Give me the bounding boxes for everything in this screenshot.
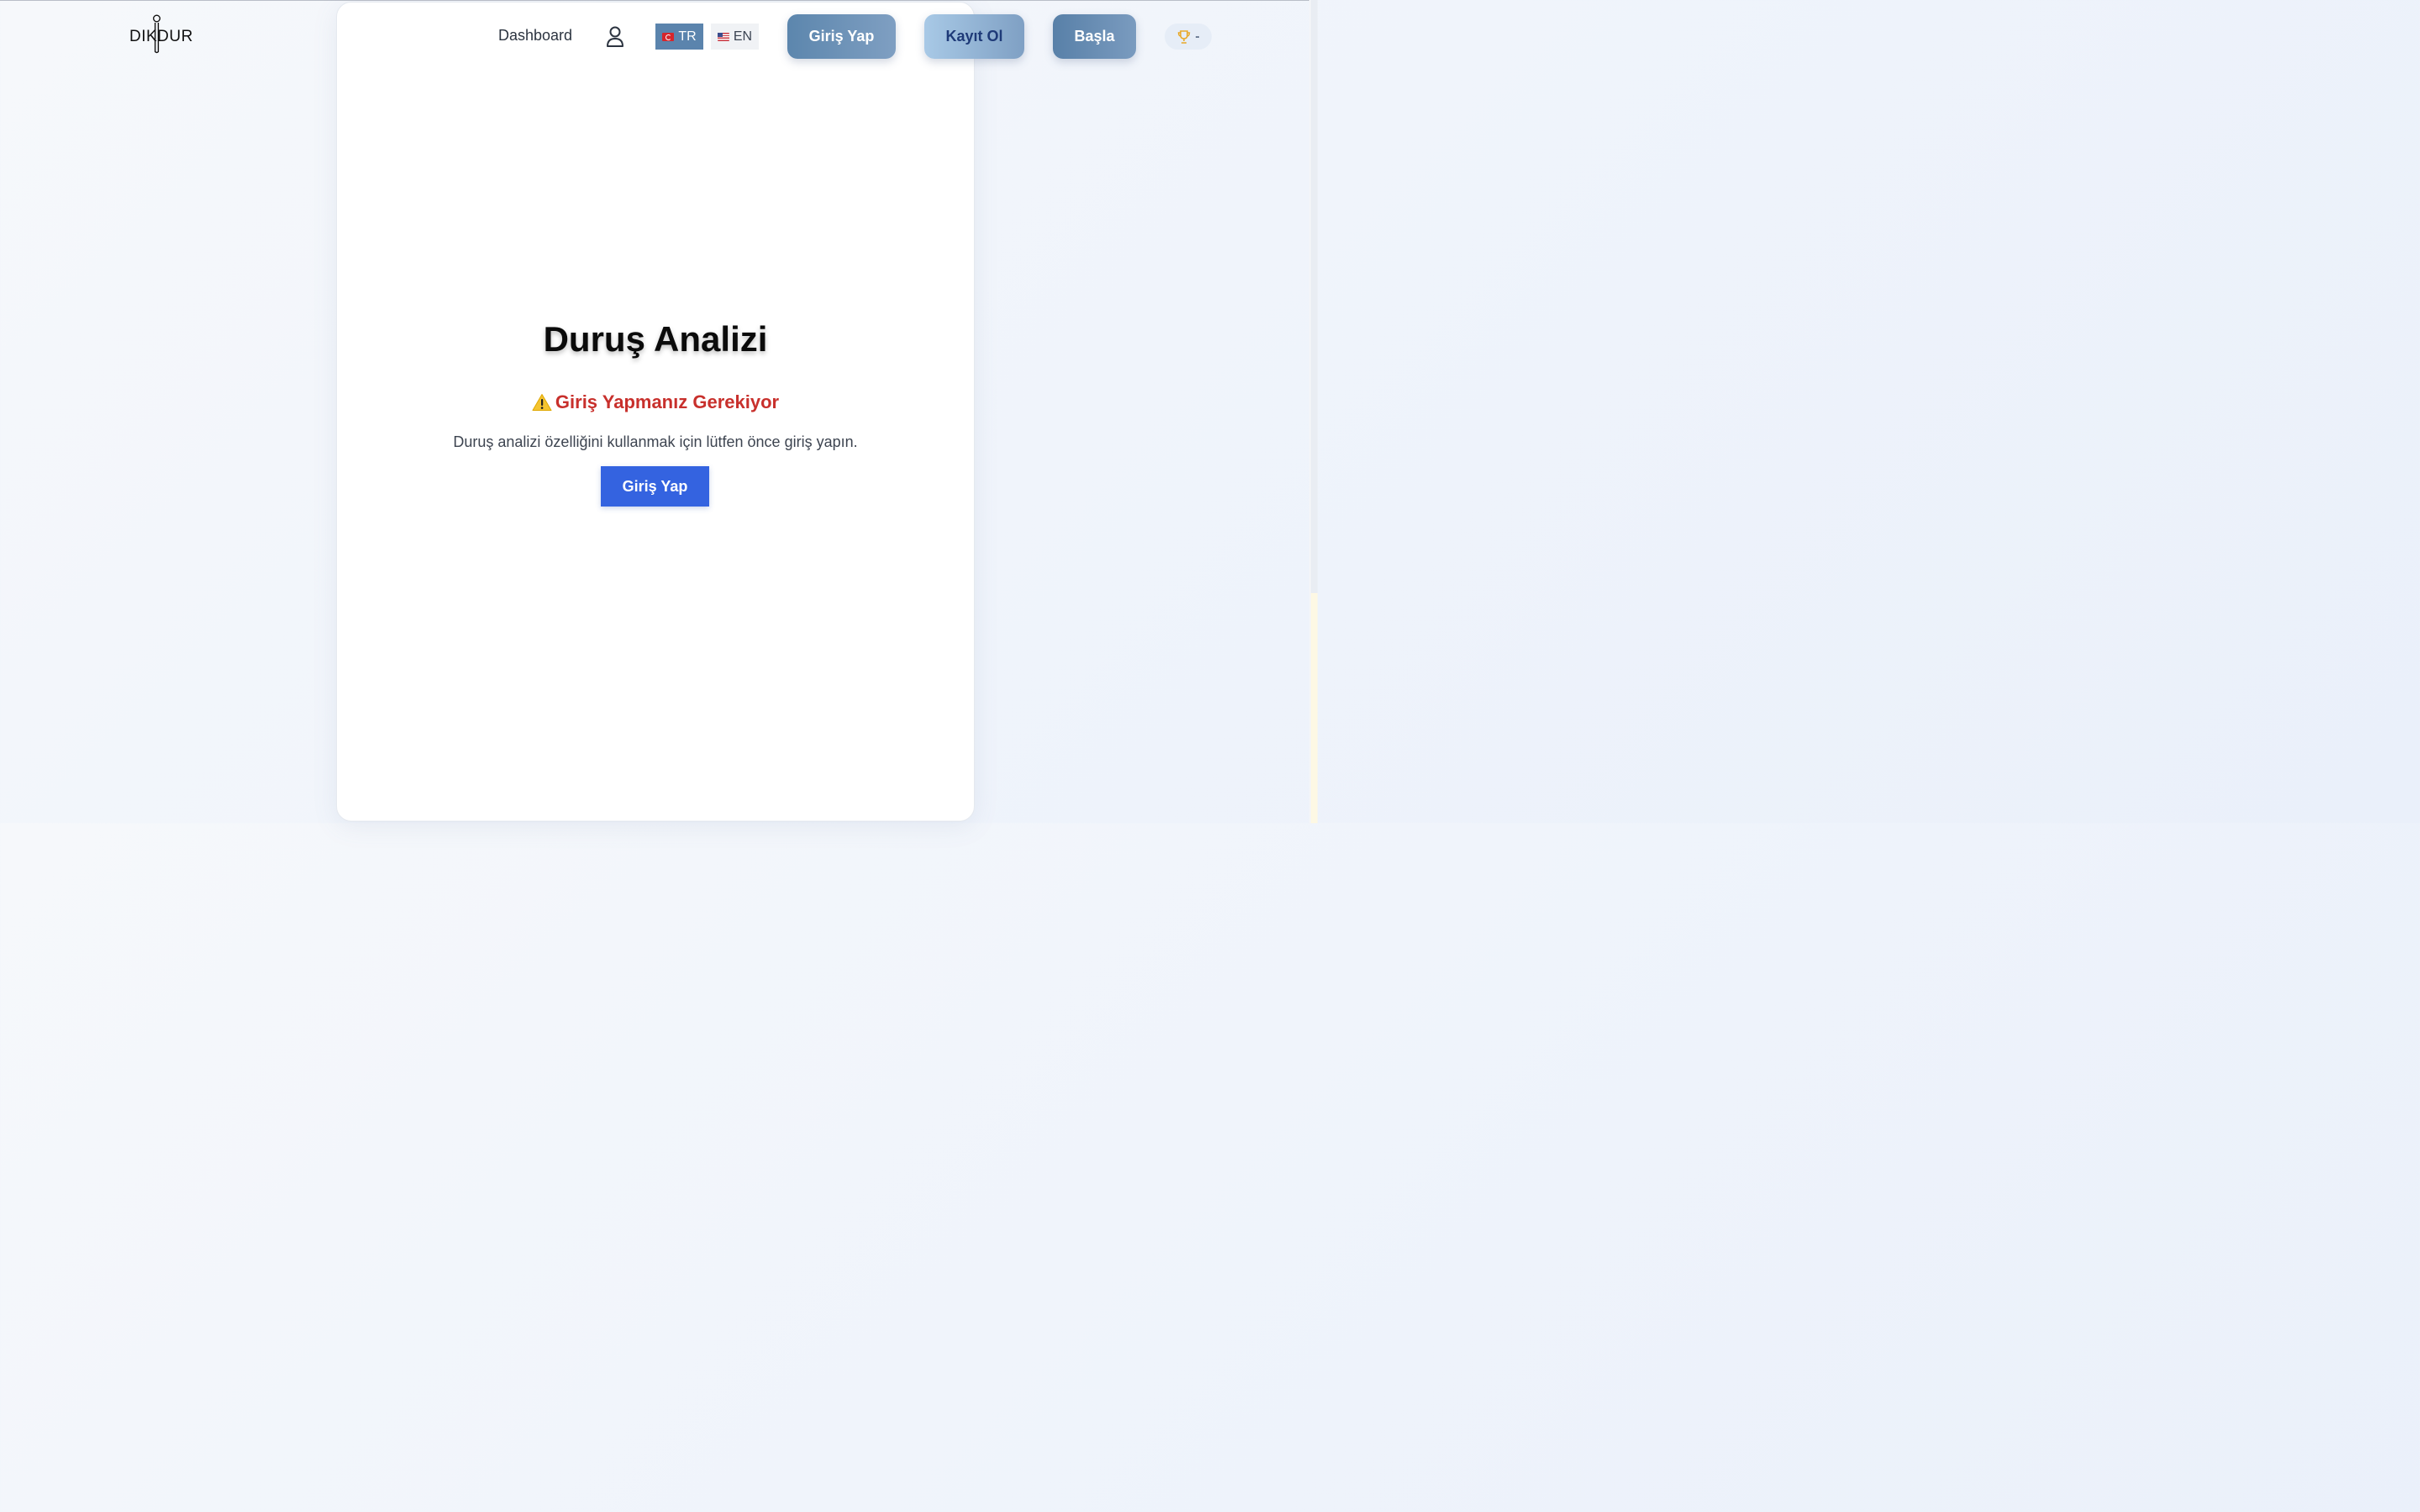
turkey-flag-icon	[662, 32, 675, 41]
nav-dashboard-link[interactable]: Dashboard	[498, 27, 572, 45]
login-info-text: Duruş analizi özelliğini kullanmak için …	[453, 433, 858, 450]
score-badge[interactable]: -	[1165, 24, 1212, 50]
user-profile-icon[interactable]	[604, 25, 626, 49]
main-login-button[interactable]: Giriş Yap	[601, 466, 709, 507]
language-label-tr: TR	[678, 29, 697, 44]
warning-icon	[532, 394, 552, 411]
header-start-button[interactable]: Başla	[1053, 14, 1136, 59]
language-label-en: EN	[733, 29, 753, 44]
scrollbar-thumb[interactable]	[1311, 0, 1318, 593]
trophy-icon	[1178, 29, 1191, 44]
logo-text: DIKDUR	[129, 28, 193, 45]
page-title: Duruş Analizi	[543, 319, 768, 359]
language-button-tr[interactable]: TR	[655, 24, 703, 50]
logo[interactable]: DIKDUR	[129, 13, 193, 54]
language-button-en[interactable]: EN	[711, 24, 759, 50]
score-value: -	[1195, 29, 1200, 44]
scrollbar-lower-area	[1311, 593, 1318, 823]
us-flag-icon	[717, 32, 729, 41]
header-login-button[interactable]: Giriş Yap	[787, 14, 896, 59]
header-register-button[interactable]: Kayıt Ol	[924, 14, 1024, 59]
window-top-border	[0, 0, 1318, 1]
warning-text: Giriş Yapmanız Gerekiyor	[555, 391, 780, 412]
login-required-warning: Giriş Yapmanız Gerekiyor	[336, 391, 975, 413]
